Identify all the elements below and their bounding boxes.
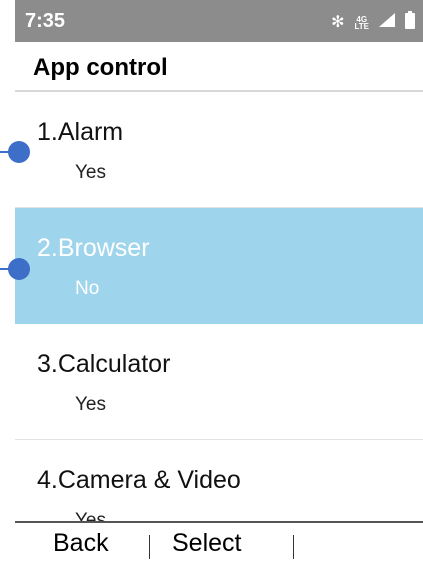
- item-title: 1.Alarm: [37, 118, 124, 146]
- page-header: App control: [15, 42, 423, 92]
- list-item-calculator[interactable]: 3.Calculator Yes: [15, 324, 423, 440]
- annotation-marker: [8, 141, 30, 163]
- item-title: 3.Calculator: [37, 350, 171, 378]
- item-value: Yes: [75, 162, 106, 183]
- item-value: No: [75, 278, 100, 299]
- select-softkey[interactable]: Select: [172, 529, 241, 558]
- softkey-divider: [293, 535, 294, 559]
- item-title: 2.Browser: [37, 234, 150, 262]
- battery-icon: [405, 11, 415, 34]
- status-icons: ✻ 4G LTE: [331, 11, 415, 34]
- list-item-alarm[interactable]: 1.Alarm Yes: [15, 92, 423, 208]
- back-softkey[interactable]: Back: [53, 529, 109, 558]
- signal-icon: [379, 13, 395, 32]
- page-title: App control: [33, 54, 168, 81]
- bluetooth-icon: ✻: [331, 13, 345, 31]
- item-value: Yes: [75, 394, 106, 415]
- phone-screen: 7:35 ✻ 4G LTE App control 1.Alarm Yes 2.…: [15, 0, 423, 564]
- status-time: 7:35: [25, 10, 66, 32]
- lte-icon: 4G LTE: [354, 15, 369, 31]
- item-title: 4.Camera & Video: [37, 466, 241, 494]
- softkey-divider: [149, 535, 150, 559]
- annotation-marker: [8, 258, 30, 280]
- list-item-browser[interactable]: 2.Browser No: [15, 208, 423, 324]
- softkey-bar: Back Select: [15, 521, 423, 564]
- status-bar: 7:35 ✻ 4G LTE: [15, 0, 423, 42]
- lte-bottom-label: LTE: [354, 21, 369, 31]
